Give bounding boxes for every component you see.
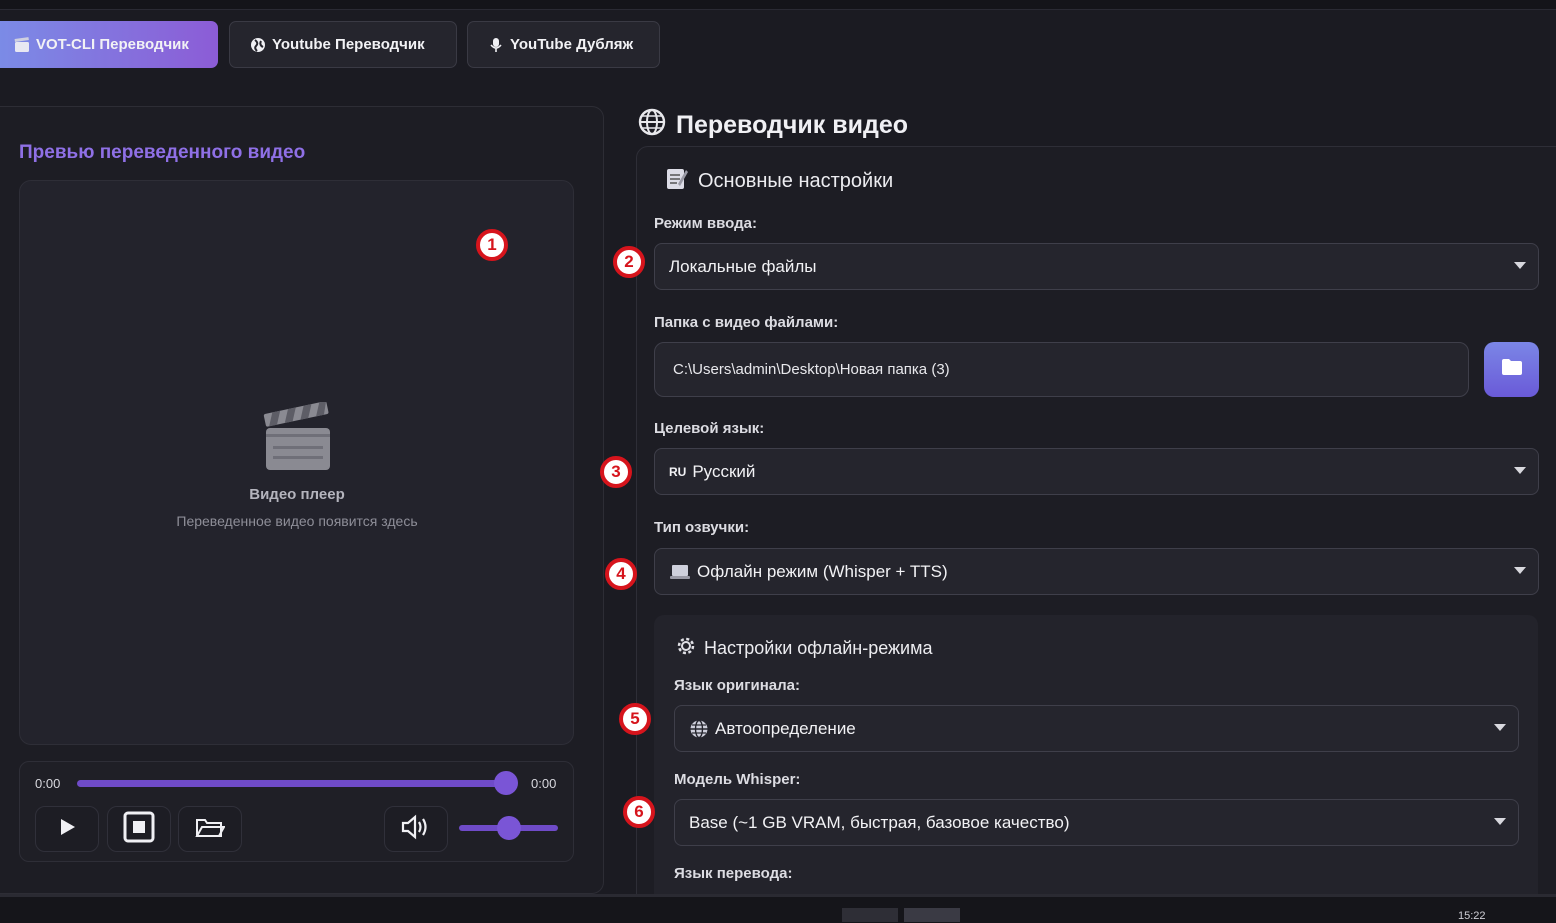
voice-type-label: Тип озвучки: [654, 519, 750, 536]
tab-label: Youtube Переводчик [272, 36, 425, 53]
stop-icon [123, 811, 155, 848]
offline-settings-title: Настройки офлайн-режима [676, 636, 933, 661]
chevron-down-icon [1494, 818, 1506, 825]
window-top-bar [0, 0, 1556, 10]
target-lang-label: Целевой язык: [654, 420, 765, 437]
annotation-marker: 3 [600, 456, 632, 488]
tab-youtube-dubbing[interactable]: YouTube Дубляж [467, 21, 660, 68]
tab-vot-cli[interactable]: VOT-CLI Переводчик [0, 21, 218, 68]
folder-open-icon [195, 816, 226, 843]
globe-icon [250, 37, 266, 53]
stop-button[interactable] [107, 806, 171, 852]
clapperboard-icon [263, 400, 333, 472]
annotation-marker: 6 [623, 796, 655, 828]
preview-title: Превью переведенного видео [19, 142, 306, 163]
globe-icon [638, 108, 666, 143]
clapper-icon [14, 36, 30, 53]
input-mode-select[interactable]: Локальные файлы [654, 243, 1539, 290]
section-title: Основные настройки [666, 166, 893, 196]
section-title-text: Основные настройки [698, 169, 894, 192]
chevron-down-icon [1494, 724, 1506, 731]
chevron-down-icon [1514, 467, 1526, 474]
flag-ru-icon: RU [669, 464, 687, 479]
translation-lang-label: Язык перевода: [674, 865, 793, 882]
seek-bar[interactable] [77, 780, 507, 787]
annotation-marker: 1 [476, 229, 508, 261]
page-title-text: Переводчик видео [676, 111, 909, 139]
target-lang-select[interactable]: RU Русский [654, 448, 1539, 495]
offline-title-text: Настройки офлайн-режима [704, 638, 933, 658]
whisper-model-select[interactable]: Base (~1 GB VRAM, быстрая, базовое качес… [674, 799, 1519, 846]
tab-youtube-translator[interactable]: Youtube Переводчик [229, 21, 457, 68]
seek-thumb[interactable] [494, 771, 518, 795]
annotation-marker: 4 [605, 558, 637, 590]
video-player-subtitle: Переведенное видео появится здесь [176, 513, 418, 529]
open-file-button[interactable] [178, 806, 242, 852]
browse-folder-button[interactable] [1484, 342, 1539, 397]
folder-label: Папка с видео файлами: [654, 314, 839, 331]
input-mode-value: Локальные файлы [669, 256, 817, 276]
orig-lang-select[interactable]: Автоопределение [674, 705, 1519, 752]
memo-icon [666, 166, 688, 196]
chevron-down-icon [1514, 567, 1526, 574]
target-lang-value: Русский [692, 461, 756, 481]
time-total: 0:00 [531, 776, 557, 791]
player-controls [19, 761, 574, 862]
volume-button[interactable] [384, 806, 448, 852]
gear-icon [676, 636, 696, 661]
voice-type-select[interactable]: Офлайн режим (Whisper + TTS) [654, 548, 1539, 595]
laptop-icon [669, 564, 691, 580]
orig-lang-value: Автоопределение [715, 718, 856, 738]
taskbar [0, 894, 1556, 923]
video-player-title: Видео плеер [249, 486, 345, 503]
play-button[interactable] [35, 806, 99, 852]
volume-thumb[interactable] [496, 816, 521, 840]
input-mode-label: Режим ввода: [654, 215, 757, 232]
whisper-model-label: Модель Whisper: [674, 771, 801, 788]
play-icon [57, 817, 77, 842]
speaker-icon [400, 814, 432, 845]
taskbar-clock: 15:22 [1458, 910, 1486, 922]
annotation-marker: 2 [613, 246, 645, 278]
tab-label: YouTube Дубляж [510, 36, 634, 53]
mic-icon [488, 37, 504, 53]
annotation-marker: 5 [619, 703, 651, 735]
time-current: 0:00 [35, 776, 61, 791]
globe-icon [689, 719, 709, 739]
tab-label: VOT-CLI Переводчик [36, 36, 189, 53]
folder-icon [1501, 358, 1523, 381]
orig-lang-label: Язык оригинала: [674, 677, 801, 694]
whisper-model-value: Base (~1 GB VRAM, быстрая, базовое качес… [689, 812, 1070, 832]
voice-type-value: Офлайн режим (Whisper + TTS) [697, 561, 948, 581]
page-title: Переводчик видео [638, 108, 908, 143]
chevron-down-icon [1514, 262, 1526, 269]
folder-path-input[interactable] [654, 342, 1469, 397]
